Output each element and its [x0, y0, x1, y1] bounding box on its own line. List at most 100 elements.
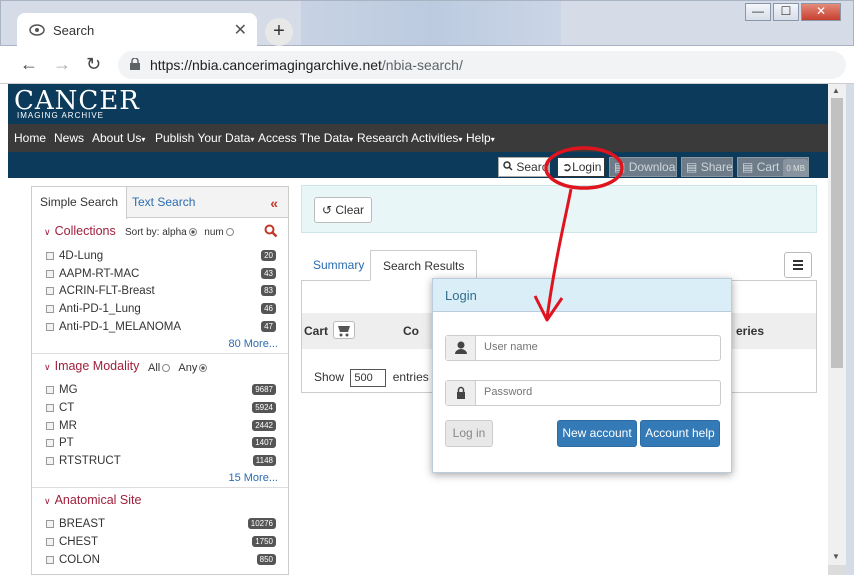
checkbox[interactable]	[46, 519, 54, 528]
url-field[interactable]: https://nbia.cancerimagingarchive.net/nb…	[118, 51, 846, 79]
modality-item[interactable]: PT	[46, 437, 74, 449]
nav-publish-your-data[interactable]: Publish Your Data▾	[155, 131, 254, 145]
cart-add-all-button[interactable]	[333, 321, 355, 339]
modality-all-radio[interactable]	[162, 364, 171, 373]
checkbox[interactable]	[46, 421, 54, 430]
login-modal-header: Login	[433, 279, 731, 312]
collection-item[interactable]: Anti-PD-1_MELANOMA	[46, 321, 181, 333]
reload-icon[interactable]: ↻	[86, 54, 101, 75]
nav-access-the-data[interactable]: Access The Data▾	[258, 131, 353, 145]
checkbox[interactable]	[46, 537, 54, 546]
entries-select[interactable]: 500	[350, 369, 387, 387]
count-badge: 9687	[252, 384, 276, 395]
nav-about-us[interactable]: About Us▾	[92, 131, 145, 145]
password-input[interactable]	[484, 386, 714, 398]
show-label: Show	[314, 370, 345, 385]
nav-news[interactable]: News	[54, 131, 84, 145]
section-divider	[32, 487, 288, 488]
anatomical-item[interactable]: CHEST	[46, 536, 98, 548]
chevron-down-icon: ∨	[44, 227, 51, 237]
maximize-button[interactable]: ☐	[773, 3, 799, 21]
sort-alpha-radio[interactable]	[188, 228, 197, 237]
tab-summary[interactable]: Summary	[301, 250, 376, 281]
browser-titlebar: Search ✕ + — ☐ ✕	[0, 0, 854, 47]
tab-search-results[interactable]: Search Results	[370, 250, 478, 281]
new-tab-button[interactable]: +	[265, 18, 293, 46]
download-button[interactable]: ▤ Download	[609, 157, 677, 177]
search-toolbar-button[interactable]: Search	[498, 157, 550, 177]
checkbox[interactable]	[46, 251, 54, 260]
new-account-button[interactable]: New account	[557, 420, 637, 447]
anatomical-site-header[interactable]: ∨ Anatomical Site	[44, 493, 141, 507]
sign-in-icon: ➲	[562, 160, 573, 174]
modality-item[interactable]: MR	[46, 420, 77, 432]
collection-item[interactable]: ACRIN-FLT-Breast	[46, 285, 155, 297]
username-field[interactable]	[445, 335, 721, 361]
share-label: Share	[700, 160, 733, 174]
scrollbar-thumb[interactable]	[831, 98, 843, 368]
forward-arrow-icon[interactable]: →	[53, 54, 71, 75]
log-in-button[interactable]: Log in	[445, 420, 493, 447]
window-close-button[interactable]: ✕	[801, 3, 841, 21]
download-label: Download	[628, 160, 677, 174]
col-cart[interactable]: Cart	[304, 324, 328, 338]
count-badge: 83	[261, 285, 276, 296]
results-tabs: Summary Search Results	[301, 250, 817, 281]
password-field[interactable]	[445, 380, 721, 406]
nav-home[interactable]: Home	[14, 131, 46, 145]
modality-item[interactable]: RTSTRUCT	[46, 455, 121, 467]
scroll-down-icon[interactable]: ▼	[832, 552, 840, 561]
modality-more-link[interactable]: 15 More...	[228, 472, 278, 484]
account-help-button[interactable]: Account help	[640, 420, 720, 447]
page-scrollbar[interactable]: ▲ ▼	[828, 84, 846, 565]
col-series[interactable]: eries	[736, 324, 764, 338]
favicon-icon	[29, 24, 45, 36]
hamburger-icon	[793, 260, 803, 270]
nav-research-activities[interactable]: Research Activities▾	[357, 131, 462, 145]
checkbox[interactable]	[46, 555, 54, 564]
collection-item[interactable]: 4D-Lung	[46, 250, 103, 262]
browser-tab-search[interactable]: Search ✕	[17, 13, 257, 47]
minimize-button[interactable]: —	[745, 3, 771, 21]
checkbox[interactable]	[46, 322, 54, 331]
image-modality-header[interactable]: ∨ Image Modality	[44, 359, 139, 373]
count-badge: 20	[261, 250, 276, 261]
nav-help[interactable]: Help▾	[466, 131, 495, 145]
column-menu-button[interactable]	[784, 252, 812, 278]
collection-item[interactable]: Anti-PD-1_Lung	[46, 303, 141, 315]
collection-search-icon[interactable]	[264, 224, 278, 238]
tab-text-search[interactable]: Text Search	[124, 187, 203, 218]
col-collection[interactable]: Co	[403, 324, 419, 338]
checkbox[interactable]	[46, 456, 54, 465]
checkbox[interactable]	[46, 438, 54, 447]
modality-item[interactable]: MG	[46, 384, 78, 396]
tab-close-icon[interactable]: ✕	[234, 20, 247, 40]
cart-button[interactable]: ▤ Cart 0 MB	[737, 157, 809, 177]
anatomical-item[interactable]: BREAST	[46, 518, 105, 530]
share-button[interactable]: ▤ Share	[681, 157, 733, 177]
checkbox[interactable]	[46, 286, 54, 295]
tab-simple-search[interactable]: Simple Search	[32, 187, 128, 219]
modality-any-radio[interactable]	[199, 364, 208, 373]
username-input[interactable]	[484, 341, 714, 353]
checkbox[interactable]	[46, 403, 54, 412]
checkbox[interactable]	[46, 269, 54, 278]
collections-more-link[interactable]: 80 More...	[228, 338, 278, 350]
login-button[interactable]: ➲Login	[557, 157, 605, 177]
collections-header[interactable]: ∨ Collections	[44, 224, 116, 238]
checkbox[interactable]	[46, 385, 54, 394]
sort-num-radio[interactable]	[225, 228, 234, 237]
anatomical-item[interactable]: COLON	[46, 554, 100, 566]
count-badge: 850	[256, 554, 276, 565]
scroll-up-icon[interactable]: ▲	[832, 86, 840, 95]
collection-item[interactable]: AAPM-RT-MAC	[46, 268, 139, 280]
user-icon-addon	[446, 336, 476, 360]
clear-label: Clear	[335, 203, 365, 217]
clear-button[interactable]: ↺ Clear	[314, 197, 372, 223]
collapse-panel-icon[interactable]: «	[270, 195, 278, 211]
address-bar: ← → ↻ https://nbia.cancerimagingarchive.…	[0, 46, 854, 84]
modality-match-controls: All Any	[148, 362, 209, 374]
modality-item[interactable]: CT	[46, 402, 74, 414]
checkbox[interactable]	[46, 304, 54, 313]
back-arrow-icon[interactable]: ←	[20, 54, 38, 75]
